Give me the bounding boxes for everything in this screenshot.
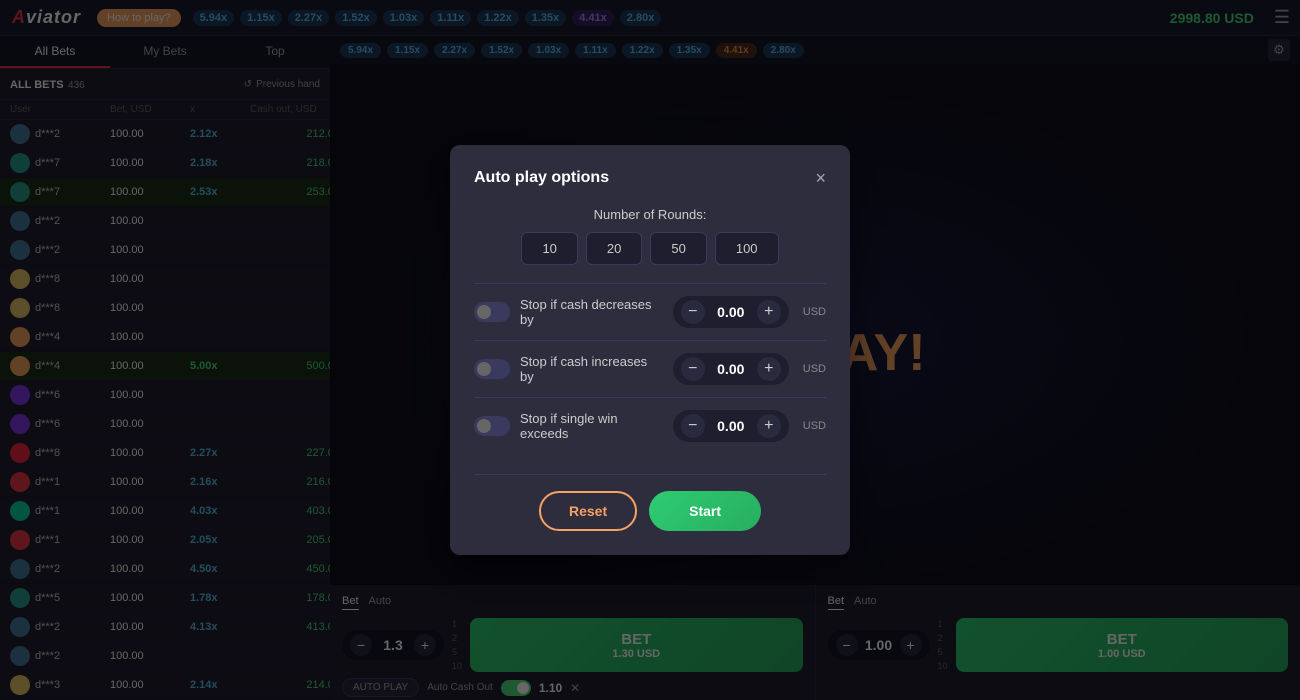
option-single-win: Stop if single win exceeds − 0.00 + USD [474, 397, 826, 454]
increase-btn-opt2[interactable]: + [757, 357, 781, 381]
num-val-opt1: 0.00 [713, 304, 749, 320]
modal-overlay: Auto play options × Number of Rounds: 10… [0, 0, 1300, 700]
option-cash-increase: Stop if cash increases by − 0.00 + USD [474, 340, 826, 397]
round-option-50[interactable]: 50 [650, 232, 706, 265]
number-control-single-win: − 0.00 + [673, 410, 789, 442]
num-val-opt2: 0.00 [713, 361, 749, 377]
modal-title: Auto play options [474, 169, 609, 187]
round-option-100[interactable]: 100 [715, 232, 779, 265]
toggle-cash-increase[interactable] [474, 359, 510, 379]
increase-btn-opt3[interactable]: + [757, 414, 781, 438]
currency-label-opt3: USD [803, 420, 826, 432]
option-cash-decrease: Stop if cash decreases by − 0.00 + USD [474, 283, 826, 340]
num-val-opt3: 0.00 [713, 418, 749, 434]
round-option-10[interactable]: 10 [521, 232, 577, 265]
decrease-btn-opt1[interactable]: − [681, 300, 705, 324]
reset-button[interactable]: Reset [539, 491, 637, 531]
modal-close-button[interactable]: × [815, 169, 826, 187]
modal-footer: Reset Start [474, 474, 826, 531]
rounds-label: Number of Rounds: [474, 207, 826, 222]
increase-btn-opt1[interactable]: + [757, 300, 781, 324]
decrease-btn-opt2[interactable]: − [681, 357, 705, 381]
option-label-decrease: Stop if cash decreases by [520, 297, 663, 327]
start-button[interactable]: Start [649, 491, 761, 531]
currency-label-opt1: USD [803, 306, 826, 318]
rounds-section: Number of Rounds: 10 20 50 100 [474, 207, 826, 265]
modal-header: Auto play options × [474, 169, 826, 187]
toggle-single-win[interactable] [474, 416, 510, 436]
number-control-increase: − 0.00 + [673, 353, 789, 385]
currency-label-opt2: USD [803, 363, 826, 375]
toggle-cash-decrease[interactable] [474, 302, 510, 322]
autoplay-modal: Auto play options × Number of Rounds: 10… [450, 145, 850, 555]
rounds-options: 10 20 50 100 [474, 232, 826, 265]
option-label-increase: Stop if cash increases by [520, 354, 663, 384]
round-option-20[interactable]: 20 [586, 232, 642, 265]
number-control-decrease: − 0.00 + [673, 296, 789, 328]
option-label-single-win: Stop if single win exceeds [520, 411, 663, 441]
decrease-btn-opt3[interactable]: − [681, 414, 705, 438]
